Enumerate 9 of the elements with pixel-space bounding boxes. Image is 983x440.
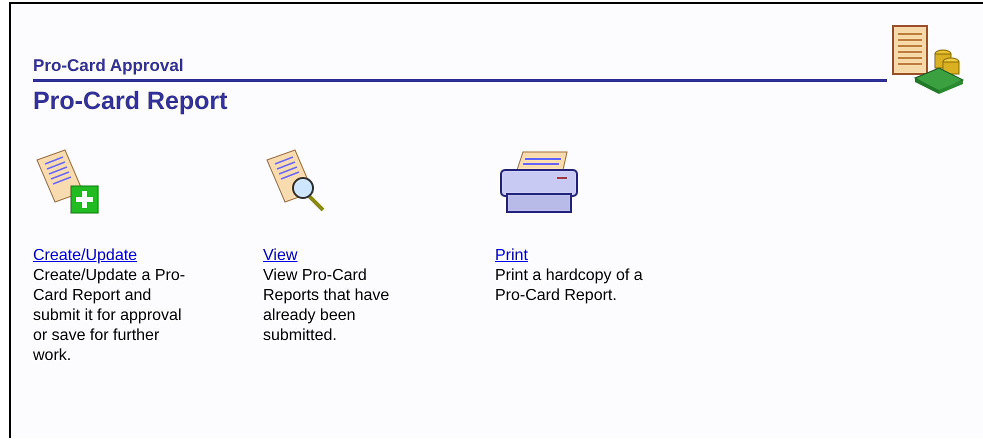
action-description: Create/Update a Pro-Card Report and submit it for approval or save for further work.: [33, 266, 186, 366]
ledger-money-icon: [891, 24, 965, 96]
page-title: Pro-Card Report: [33, 86, 228, 116]
section-title: Pro-Card Approval: [33, 56, 185, 76]
action-description: View Pro-Card Reports that have already been submitted.: [263, 266, 390, 346]
action-link[interactable]: Create/Update: [33, 246, 138, 266]
action-link[interactable]: Print: [495, 246, 528, 266]
action-description: Print a hardcopy of a Pro-Card Report.: [495, 266, 644, 306]
action-link[interactable]: View: [263, 246, 298, 266]
